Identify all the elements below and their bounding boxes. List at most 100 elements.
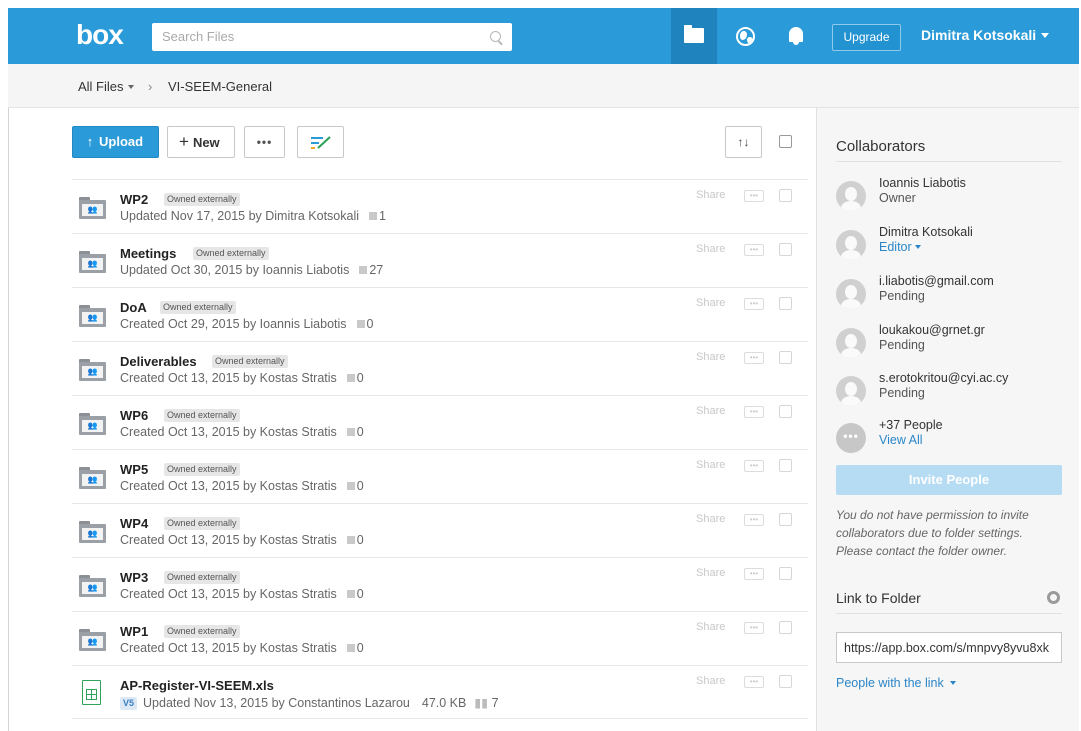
item-name[interactable]: Meetings	[120, 246, 176, 261]
views-count: 7	[491, 696, 499, 710]
list-item[interactable]: 👥 WP3 Owned externally Created Oct 13, 2…	[72, 557, 808, 611]
box-notes-button[interactable]	[297, 126, 344, 158]
row-checkbox[interactable]	[779, 675, 792, 688]
row-more-button[interactable]: •••	[744, 514, 764, 526]
collaborators-title: Collaborators	[836, 138, 926, 155]
row-more-button[interactable]: •••	[744, 190, 764, 202]
upload-button[interactable]: ↑ Upload	[72, 126, 159, 158]
row-checkbox[interactable]	[779, 351, 792, 364]
upgrade-button[interactable]: Upgrade	[832, 24, 901, 51]
list-item[interactable]: AP-Register-VI-SEEM.xls V5 Updated Nov 13…	[72, 665, 808, 719]
row-checkbox[interactable]	[779, 189, 792, 202]
row-checkbox[interactable]	[779, 405, 792, 418]
collaborator-role: Owner	[879, 191, 916, 205]
share-button[interactable]: Share	[696, 405, 725, 417]
row-more-button[interactable]: •••	[744, 244, 764, 256]
select-all-checkbox[interactable]	[779, 135, 792, 148]
shared-folder-icon: 👥	[79, 629, 106, 651]
shared-folder-icon: 👥	[79, 359, 106, 381]
shared-folder-icon: 👥	[79, 467, 106, 489]
share-button[interactable]: Share	[696, 351, 725, 363]
shared-link-field[interactable]	[836, 632, 1062, 663]
breadcrumb-current-folder: VI-SEEM-General	[168, 79, 273, 94]
owned-externally-badge: Owned externally	[164, 463, 240, 476]
collaborator-name: i.liabotis@gmail.com	[879, 274, 994, 288]
item-name[interactable]: WP3	[120, 570, 148, 585]
row-more-button[interactable]: •••	[744, 622, 764, 634]
row-more-button[interactable]: •••	[744, 406, 764, 418]
share-button[interactable]: Share	[696, 243, 725, 255]
row-checkbox[interactable]	[779, 243, 792, 256]
item-name[interactable]: WP6	[120, 408, 148, 423]
share-button[interactable]: Share	[696, 459, 725, 471]
user-menu[interactable]: Dimitra Kotsokali	[921, 27, 1050, 43]
frame-border	[8, 108, 9, 731]
item-name[interactable]: Deliverables	[120, 354, 197, 369]
invite-people-button[interactable]: Invite People	[836, 465, 1062, 495]
row-checkbox[interactable]	[779, 513, 792, 526]
item-name[interactable]: WP1	[120, 624, 148, 639]
item-meta-text: Updated Nov 13, 2015 by Constantinos Laz…	[143, 696, 410, 710]
item-name[interactable]: WP4	[120, 516, 148, 531]
bell-icon[interactable]	[789, 27, 803, 45]
link-access-dropdown[interactable]: People with the link	[836, 676, 956, 690]
share-button[interactable]: Share	[696, 513, 725, 525]
list-item[interactable]: 👥 Meetings Owned externally Updated Oct …	[72, 233, 808, 287]
share-button[interactable]: Share	[696, 621, 725, 633]
sort-button[interactable]: ↑↓	[725, 126, 762, 158]
more-options-button[interactable]: •••	[244, 126, 285, 158]
item-meta-text: Created Oct 13, 2015 by Kostas Stratis	[120, 371, 337, 385]
chevron-down-icon	[1041, 33, 1050, 38]
row-more-button[interactable]: •••	[744, 298, 764, 310]
file-count-icon	[346, 374, 355, 382]
row-checkbox[interactable]	[779, 459, 792, 472]
list-item[interactable]: 👥 WP5 Owned externally Created Oct 13, 2…	[72, 449, 808, 503]
search-input[interactable]	[162, 29, 482, 44]
list-item[interactable]: 👥 WP6 Owned externally Created Oct 13, 2…	[72, 395, 808, 449]
list-item[interactable]: 👥 WP1 Owned externally Created Oct 13, 2…	[72, 611, 808, 665]
item-meta-text: Updated Oct 30, 2015 by Ioannis Liabotis	[120, 263, 350, 277]
row-more-button[interactable]: •••	[744, 568, 764, 580]
breadcrumb-all-files[interactable]: All Files	[78, 79, 134, 94]
chevron-down-icon	[914, 245, 921, 249]
item-name[interactable]: WP2	[120, 192, 148, 207]
chevron-down-icon	[949, 681, 956, 685]
view-all-link[interactable]: View All	[879, 433, 923, 447]
row-checkbox[interactable]	[779, 621, 792, 634]
owned-externally-badge: Owned externally	[160, 301, 236, 314]
row-more-button[interactable]: •••	[744, 460, 764, 472]
file-size: 47.0 KB	[421, 696, 467, 710]
item-name[interactable]: AP-Register-VI-SEEM.xls	[120, 678, 274, 693]
item-meta: Created Oct 13, 2015 by Kostas Stratis 0	[120, 641, 364, 655]
collaborator-role: Pending	[879, 338, 925, 352]
version-badge[interactable]: V5	[120, 697, 138, 710]
item-meta-text: Created Oct 13, 2015 by Kostas Stratis	[120, 479, 337, 493]
breadcrumb: All Files › VI-SEEM-General	[8, 64, 1079, 108]
item-name[interactable]: DoA	[120, 300, 147, 315]
collaborator-name: Ioannis Liabotis	[879, 176, 966, 190]
search-icon[interactable]	[490, 31, 501, 42]
box-logo[interactable]: box	[76, 21, 124, 49]
row-checkbox[interactable]	[779, 567, 792, 580]
sidebar: Collaborators Ioannis Liabotis Owner Dim…	[816, 108, 1079, 731]
gear-icon[interactable]	[1044, 588, 1063, 607]
nav-files-button[interactable]	[671, 8, 717, 64]
list-item[interactable]: 👥 WP2 Owned externally Updated Nov 17, 2…	[72, 179, 808, 233]
share-button[interactable]: Share	[696, 567, 725, 579]
globe-icon[interactable]	[736, 27, 755, 46]
owned-externally-badge: Owned externally	[212, 355, 288, 368]
share-button[interactable]: Share	[696, 189, 725, 201]
row-more-button[interactable]: •••	[744, 676, 764, 688]
list-item[interactable]: 👥 WP4 Owned externally Created Oct 13, 2…	[72, 503, 808, 557]
owned-externally-badge: Owned externally	[164, 625, 240, 638]
share-button[interactable]: Share	[696, 675, 725, 687]
search-box[interactable]	[152, 23, 512, 51]
new-button[interactable]: + New	[167, 126, 235, 158]
row-more-button[interactable]: •••	[744, 352, 764, 364]
role-dropdown[interactable]: Editor	[879, 240, 921, 254]
item-name[interactable]: WP5	[120, 462, 148, 477]
share-button[interactable]: Share	[696, 297, 725, 309]
list-item[interactable]: 👥 Deliverables Owned externally Created …	[72, 341, 808, 395]
row-checkbox[interactable]	[779, 297, 792, 310]
list-item[interactable]: 👥 DoA Owned externally Created Oct 29, 2…	[72, 287, 808, 341]
